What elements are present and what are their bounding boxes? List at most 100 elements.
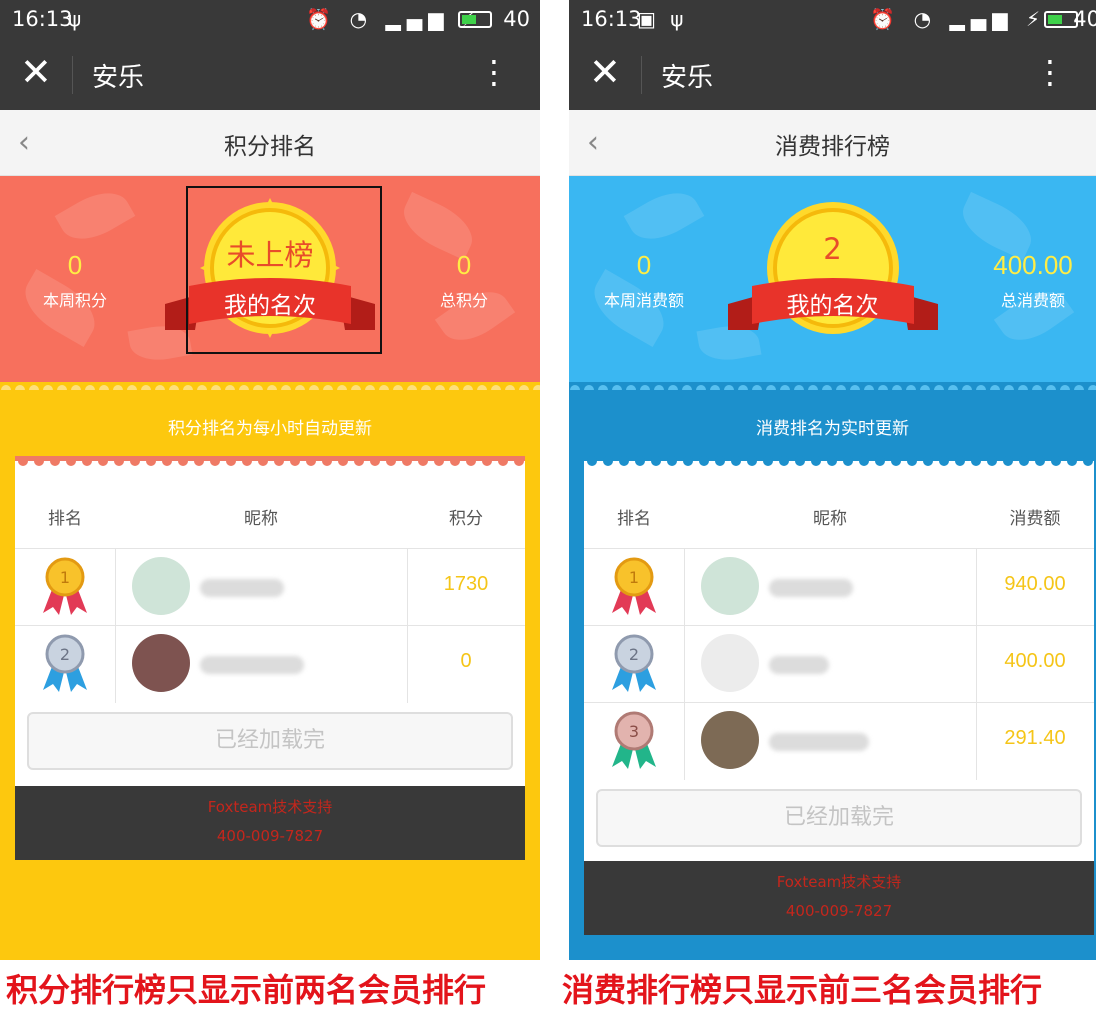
rank-ribbon: 我的名次: [725, 274, 940, 338]
week-stat: 0 本周积分: [5, 250, 145, 311]
update-note: 消费排名为实时更新: [756, 419, 909, 439]
gold-medal-icon: 1: [612, 557, 656, 615]
table-row[interactable]: 1 1730: [15, 548, 525, 626]
col-name: 昵称: [244, 509, 278, 529]
silver-medal-icon: 2: [43, 634, 87, 692]
total-stat: 400.00 总消费额: [963, 250, 1096, 311]
table-row[interactable]: 1 940.00: [584, 548, 1094, 626]
image-usb-icons: ▣ ψ: [637, 7, 688, 31]
page-navbar: ‹ 积分排名: [0, 110, 540, 176]
load-complete-button[interactable]: 已经加载完: [596, 789, 1082, 847]
status-bar: 16:13 ▣ ψ ⏰ ◔ ▂▄▆ ⚡ 40: [569, 0, 1096, 38]
total-value: 0: [456, 250, 472, 280]
avatar: [701, 711, 759, 769]
page-title: 消费排行榜: [775, 134, 890, 160]
close-icon[interactable]: ✕: [20, 52, 52, 92]
close-icon[interactable]: ✕: [589, 52, 621, 92]
silver-medal-icon: 2: [612, 634, 656, 692]
ranking-section: 消费排名为实时更新 排名 昵称 消费额 1 940.00 2 400.00 3 …: [569, 390, 1096, 960]
avatar: [701, 557, 759, 615]
medal-number: 2: [629, 645, 639, 664]
avatar: [132, 634, 190, 692]
my-rank-label: 我的名次: [786, 293, 879, 319]
status-bar: 16:13 ψ ⏰ ◔ ▂▄▆ ⚡ 40: [0, 0, 540, 38]
medal-number: 1: [60, 568, 70, 587]
medal-number: 2: [60, 645, 70, 664]
status-time: 16:13: [581, 7, 642, 31]
week-stat: 0 本周消费额: [574, 250, 714, 311]
total-stat: 0 总积分: [394, 250, 534, 311]
left-caption: 积分排行榜只显示前两名会员排行: [6, 971, 487, 1009]
col-score: 积分: [449, 509, 483, 529]
titlebar-divider: [72, 56, 73, 94]
bronze-medal-icon: 3: [612, 711, 656, 769]
my-rank-value: 2: [823, 232, 842, 266]
table-row[interactable]: 2 400.00: [584, 625, 1094, 703]
footer: Foxteam技术支持 400-009-7827: [15, 786, 525, 860]
support-text: Foxteam技术支持: [207, 798, 333, 816]
window-title: 安乐: [661, 63, 714, 93]
week-label: 本周消费额: [603, 291, 684, 310]
score-value: 1730: [443, 573, 489, 595]
support-phone: 400-009-7827: [216, 827, 324, 845]
card-scallop: [584, 456, 1094, 466]
more-icon[interactable]: ⋮: [1034, 50, 1066, 94]
blurred-nickname: [200, 656, 304, 674]
footer: Foxteam技术支持 400-009-7827: [584, 861, 1094, 935]
blurred-nickname: [769, 656, 829, 674]
week-label: 本周积分: [42, 291, 107, 310]
left-screenshot: 16:13 ψ ⏰ ◔ ▂▄▆ ⚡ 40 ✕ 安乐 ⋮ ‹ 积分排名 0 本周积…: [0, 0, 540, 960]
avatar: [132, 557, 190, 615]
app-titlebar: ✕ 安乐 ⋮: [569, 38, 1096, 110]
window-title: 安乐: [92, 63, 145, 93]
table-row[interactable]: 3 291.40: [584, 702, 1094, 780]
avatar: [701, 634, 759, 692]
status-time: 16:13: [12, 7, 73, 31]
col-rank: 排名: [617, 509, 651, 529]
gold-medal-icon: 1: [43, 557, 87, 615]
total-value: 400.00: [993, 250, 1073, 280]
app-titlebar: ✕ 安乐 ⋮: [0, 38, 540, 110]
leaf-decoration: [623, 181, 705, 251]
load-complete-button[interactable]: 已经加载完: [27, 712, 513, 770]
card-scallop: [15, 456, 525, 466]
total-label: 总消费额: [1000, 291, 1065, 310]
status-icons: ⏰ ◔ ▂▄▆ ⚡: [870, 7, 1046, 31]
blurred-nickname: [200, 579, 284, 597]
col-name: 昵称: [813, 509, 847, 529]
support-phone: 400-009-7827: [785, 902, 893, 920]
usb-icon: ψ: [68, 7, 86, 31]
status-icons: ⏰ ◔ ▂▄▆ ⚡: [306, 7, 482, 31]
week-value: 0: [636, 250, 652, 280]
medal-number: 1: [629, 568, 639, 587]
page-navbar: ‹ 消费排行榜: [569, 110, 1096, 176]
leaf-decoration: [54, 181, 136, 251]
support-text: Foxteam技术支持: [776, 873, 902, 891]
score-value: 400.00: [1004, 650, 1066, 672]
battery-level: 40: [1073, 7, 1096, 31]
right-caption: 消费排行榜只显示前三名会员排行: [562, 971, 1043, 1009]
score-value: 940.00: [1004, 573, 1066, 595]
col-score: 消费额: [1009, 509, 1061, 529]
ranking-section: 积分排名为每小时自动更新 排名 昵称 积分 1 1730 2 0 已经加载完 F…: [0, 390, 540, 960]
score-value: 0: [460, 650, 472, 672]
update-note: 积分排名为每小时自动更新: [168, 419, 372, 439]
battery-icon: [458, 11, 492, 28]
total-label: 总积分: [439, 291, 488, 310]
rank-hero: 0 本周消费额 400.00 总消费额 2 我的名次: [569, 176, 1096, 388]
page-title: 积分排名: [224, 134, 316, 160]
highlight-box: [186, 186, 382, 354]
ranking-card: 排名 昵称 积分 1 1730 2 0 已经加载完: [15, 456, 525, 786]
week-value: 0: [67, 250, 83, 280]
blurred-nickname: [769, 733, 869, 751]
more-icon[interactable]: ⋮: [478, 50, 510, 94]
titlebar-divider: [641, 56, 642, 94]
right-screenshot: 16:13 ▣ ψ ⏰ ◔ ▂▄▆ ⚡ 40 ✕ 安乐 ⋮ ‹ 消费排行榜 0 …: [569, 0, 1096, 960]
table-row[interactable]: 2 0: [15, 625, 525, 703]
col-rank: 排名: [48, 509, 82, 529]
blurred-nickname: [769, 579, 853, 597]
battery-level: 40: [503, 7, 530, 31]
score-value: 291.40: [1004, 727, 1066, 749]
ranking-card: 排名 昵称 消费额 1 940.00 2 400.00 3 291.40 已经加…: [584, 456, 1094, 861]
medal-number: 3: [629, 722, 639, 741]
